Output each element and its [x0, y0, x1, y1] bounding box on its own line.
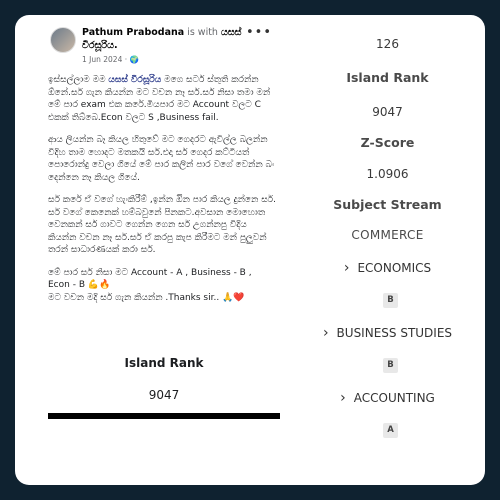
- subject-economics[interactable]: › ECONOMICS: [290, 260, 485, 276]
- author-avatar[interactable]: [50, 27, 76, 53]
- globe-icon: 🌍: [129, 55, 139, 64]
- subject-business-studies[interactable]: › BUSINESS STUDIES: [290, 325, 485, 341]
- zscore-label: Z-Score: [360, 135, 415, 150]
- left-island-rank-label: Island Rank: [124, 356, 204, 370]
- chevron-right-icon: ›: [340, 390, 346, 406]
- post-text: ඉස්සල්ලාම මම යසස් වීරසූරිය මගෙ සර්ට ස්තු…: [48, 74, 276, 314]
- screenshot-card: Pathum Prabodana is with යසස් වීරසූරිය. …: [15, 15, 485, 485]
- post-paragraph-1: ඉස්සල්ලාම මම යසස් වීරසූරිය මගෙ සර්ට ස්තු…: [48, 74, 276, 124]
- home-indicator-bar: [48, 413, 280, 419]
- grade-badge: A: [383, 423, 398, 438]
- subject-stream-value: COMMERCE: [351, 228, 424, 242]
- subject-stream-label: Subject Stream: [333, 197, 442, 212]
- more-options-icon[interactable]: •••: [246, 25, 272, 40]
- post-meta: 1 Jun 2024 · 🌍: [82, 55, 139, 64]
- paragraph-4-line-2: මට වචන මදි සර් ගැන කියන්න .Thanks sir.. …: [48, 292, 245, 303]
- left-island-rank-value: 9047: [148, 388, 180, 402]
- exam-results-panel: 126 Island Rank 9047 Z-Score 1.0906 Subj…: [290, 25, 485, 465]
- chevron-right-icon: ›: [343, 260, 350, 276]
- mentioned-page[interactable]: යසස් වීරසූරිය: [108, 75, 161, 85]
- subject-name: ECONOMICS: [357, 261, 432, 275]
- facebook-post: Pathum Prabodana is with යසස් වීරසූරිය. …: [48, 25, 280, 420]
- subject-accounting[interactable]: › ACCOUNTING: [290, 390, 485, 406]
- grade-badge: B: [383, 293, 398, 308]
- grade-badge: B: [383, 358, 398, 373]
- author-line: Pathum Prabodana is with යසස් වීරසූරිය.: [82, 26, 257, 52]
- author-name[interactable]: Pathum Prabodana: [82, 27, 184, 38]
- island-rank-value: 9047: [372, 105, 403, 119]
- zscore-value: 1.0906: [366, 167, 409, 181]
- subject-name: BUSINESS STUDIES: [336, 326, 453, 340]
- subject-name: ACCOUNTING: [353, 391, 435, 405]
- paragraph-1-start: ඉස්සල්ලාම මම: [48, 75, 109, 85]
- post-paragraph-3: සර් කරේ ඒ වගේ හැංකිරීම් ,ඉන්න ඔින පාර කි…: [48, 195, 276, 255]
- post-paragraph-4: මේ පාර සර් නිසා මට Account - A , Busines…: [48, 267, 276, 305]
- top-rank-value: 126: [376, 37, 399, 51]
- post-paragraph-2: ආය ලියන්න බෑ කියල හිතුවේ මට ගෙදරට ඇවිල්ල…: [48, 135, 275, 183]
- island-rank-label: Island Rank: [346, 70, 429, 85]
- post-header: Pathum Prabodana is with යසස් වීරසූරිය. …: [48, 25, 280, 71]
- chevron-right-icon: ›: [322, 325, 329, 341]
- is-with-text: is with: [184, 27, 221, 38]
- paragraph-4-line-1: මේ පාර සර් නිසා මට Account - A , Busines…: [48, 267, 252, 291]
- post-date[interactable]: 1 Jun 2024 ·: [82, 55, 130, 64]
